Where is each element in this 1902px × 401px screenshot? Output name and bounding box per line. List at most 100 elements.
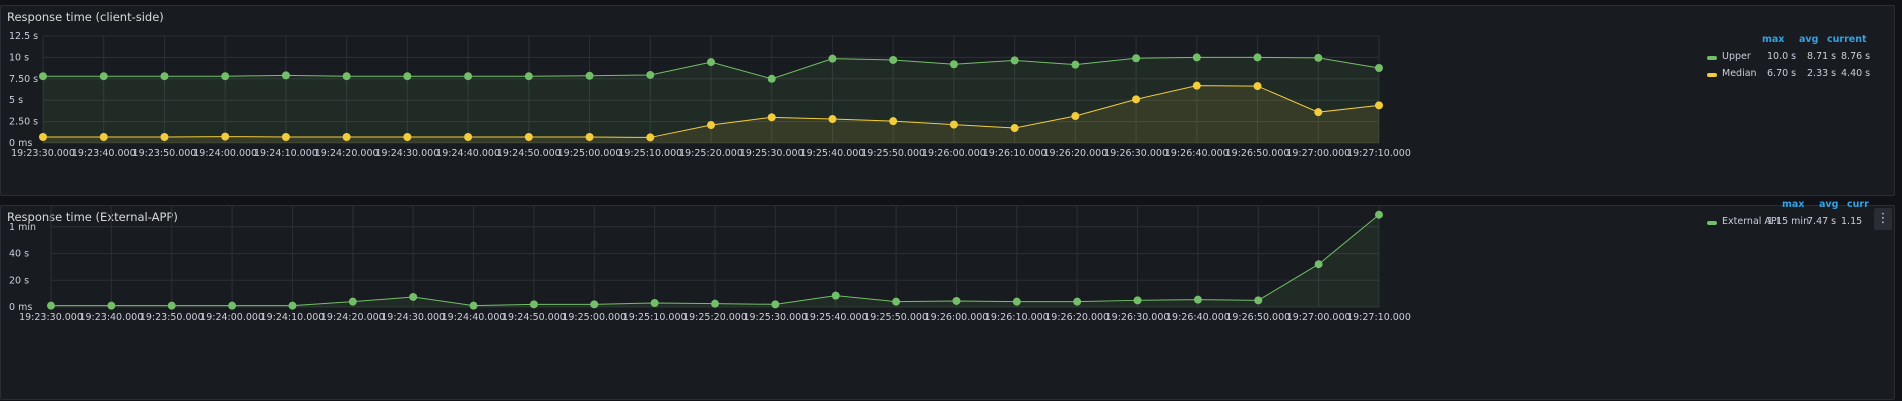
data-point[interactable] bbox=[646, 133, 655, 142]
data-point[interactable] bbox=[221, 132, 230, 141]
y-tick-label: 12.5 s bbox=[9, 31, 38, 42]
data-point[interactable] bbox=[107, 301, 116, 310]
x-tick-label: 19:26:10.000 bbox=[985, 312, 1049, 323]
legend-header-avg[interactable]: avg bbox=[1799, 34, 1818, 45]
data-point[interactable] bbox=[529, 300, 538, 309]
x-tick-label: 19:26:20.000 bbox=[1043, 148, 1107, 159]
x-tick-label: 19:25:40.000 bbox=[801, 148, 865, 159]
data-point[interactable] bbox=[767, 113, 776, 122]
data-point[interactable] bbox=[585, 133, 594, 142]
data-point[interactable] bbox=[1071, 112, 1080, 121]
data-point[interactable] bbox=[342, 133, 351, 142]
data-point[interactable] bbox=[1192, 81, 1201, 90]
data-point[interactable] bbox=[949, 60, 958, 69]
x-tick-label: 19:24:20.000 bbox=[315, 148, 379, 159]
data-point[interactable] bbox=[1375, 101, 1383, 110]
x-tick-label: 19:25:20.000 bbox=[683, 312, 747, 323]
data-point[interactable] bbox=[160, 133, 169, 142]
data-point[interactable] bbox=[403, 72, 412, 81]
x-tick-label: 19:27:00.000 bbox=[1287, 312, 1351, 323]
x-tick-label: 19:25:30.000 bbox=[743, 312, 807, 323]
x-tick-label: 19:25:10.000 bbox=[618, 148, 682, 159]
x-tick-label: 19:26:00.000 bbox=[925, 312, 989, 323]
x-tick-label: 19:24:40.000 bbox=[442, 312, 506, 323]
data-point[interactable] bbox=[1314, 53, 1323, 62]
data-point[interactable] bbox=[646, 70, 655, 79]
data-point[interactable] bbox=[767, 74, 776, 83]
legend-series-name[interactable]: Upper bbox=[1722, 51, 1751, 62]
data-point[interactable] bbox=[348, 297, 357, 306]
data-point[interactable] bbox=[464, 72, 473, 81]
data-point[interactable] bbox=[949, 120, 958, 129]
data-point[interactable] bbox=[99, 133, 108, 142]
x-tick-label: 19:25:00.000 bbox=[562, 312, 626, 323]
data-point[interactable] bbox=[828, 54, 837, 63]
legend-value-avg: 7.47 s bbox=[1807, 216, 1837, 227]
data-point[interactable] bbox=[1132, 54, 1141, 63]
data-point[interactable] bbox=[1012, 297, 1021, 306]
data-point[interactable] bbox=[1375, 210, 1383, 219]
data-point[interactable] bbox=[1132, 95, 1141, 104]
data-point[interactable] bbox=[952, 296, 961, 305]
data-point[interactable] bbox=[771, 300, 780, 309]
data-point[interactable] bbox=[650, 298, 659, 307]
data-point[interactable] bbox=[707, 121, 715, 130]
data-point[interactable] bbox=[892, 297, 901, 306]
x-tick-label: 19:26:20.000 bbox=[1045, 312, 1109, 323]
legend-header-max[interactable]: max bbox=[1762, 34, 1784, 45]
legend-series-name[interactable]: Median bbox=[1722, 68, 1757, 79]
legend-header-avg[interactable]: avg bbox=[1819, 199, 1838, 210]
data-point[interactable] bbox=[1193, 295, 1202, 304]
data-point[interactable] bbox=[39, 72, 47, 81]
data-point[interactable] bbox=[585, 71, 594, 80]
legend-value-max: 10.0 s bbox=[1767, 51, 1797, 62]
data-point[interactable] bbox=[831, 291, 840, 300]
panel-client-side[interactable]: Response time (client-side) 0 ms 2.50 s5 … bbox=[0, 5, 1895, 196]
legend-value-current: 1.15 bbox=[1841, 216, 1863, 227]
data-point[interactable] bbox=[1073, 297, 1082, 306]
data-point[interactable] bbox=[1192, 53, 1201, 62]
legend-header-current[interactable]: current bbox=[1827, 34, 1867, 45]
data-point[interactable] bbox=[1253, 82, 1262, 91]
data-point[interactable] bbox=[1375, 64, 1383, 73]
data-point[interactable] bbox=[1253, 53, 1262, 62]
x-tick-label: 19:23:50.000 bbox=[140, 312, 204, 323]
data-point[interactable] bbox=[1314, 108, 1323, 117]
data-point[interactable] bbox=[403, 133, 412, 142]
data-point[interactable] bbox=[281, 133, 290, 142]
data-point[interactable] bbox=[99, 72, 108, 81]
legend-header-max[interactable]: max bbox=[1782, 199, 1804, 210]
data-point[interactable] bbox=[39, 133, 47, 142]
data-point[interactable] bbox=[409, 292, 418, 301]
data-point[interactable] bbox=[342, 72, 351, 81]
legend-header-curr[interactable]: curr bbox=[1847, 199, 1869, 210]
data-point[interactable] bbox=[1071, 60, 1080, 69]
data-point[interactable] bbox=[47, 301, 55, 310]
data-point[interactable] bbox=[288, 301, 297, 310]
x-tick-label: 19:26:00.000 bbox=[922, 148, 986, 159]
data-point[interactable] bbox=[711, 299, 719, 308]
y-tick-label: 10 s bbox=[9, 52, 29, 63]
data-point[interactable] bbox=[1133, 296, 1142, 305]
data-point[interactable] bbox=[469, 301, 478, 310]
data-point[interactable] bbox=[828, 115, 837, 124]
data-point[interactable] bbox=[1010, 56, 1019, 65]
data-point[interactable] bbox=[167, 301, 176, 310]
data-point[interactable] bbox=[889, 117, 898, 126]
data-point[interactable] bbox=[221, 72, 230, 81]
legend-value-avg: 8.71 s bbox=[1807, 51, 1837, 62]
data-point[interactable] bbox=[889, 55, 898, 64]
data-point[interactable] bbox=[464, 133, 473, 142]
data-point[interactable] bbox=[707, 58, 715, 67]
data-point[interactable] bbox=[524, 133, 533, 142]
panel-external-app[interactable]: Response time (External-APP) ⋮ 0 ms 20 s4… bbox=[0, 199, 1895, 400]
y-tick-label: 5 s bbox=[9, 95, 23, 106]
data-point[interactable] bbox=[160, 72, 169, 81]
data-point[interactable] bbox=[524, 72, 533, 81]
data-point[interactable] bbox=[228, 301, 237, 310]
data-point[interactable] bbox=[281, 71, 290, 80]
data-point[interactable] bbox=[1254, 296, 1263, 305]
data-point[interactable] bbox=[1314, 260, 1323, 269]
data-point[interactable] bbox=[590, 300, 599, 309]
data-point[interactable] bbox=[1010, 124, 1019, 133]
